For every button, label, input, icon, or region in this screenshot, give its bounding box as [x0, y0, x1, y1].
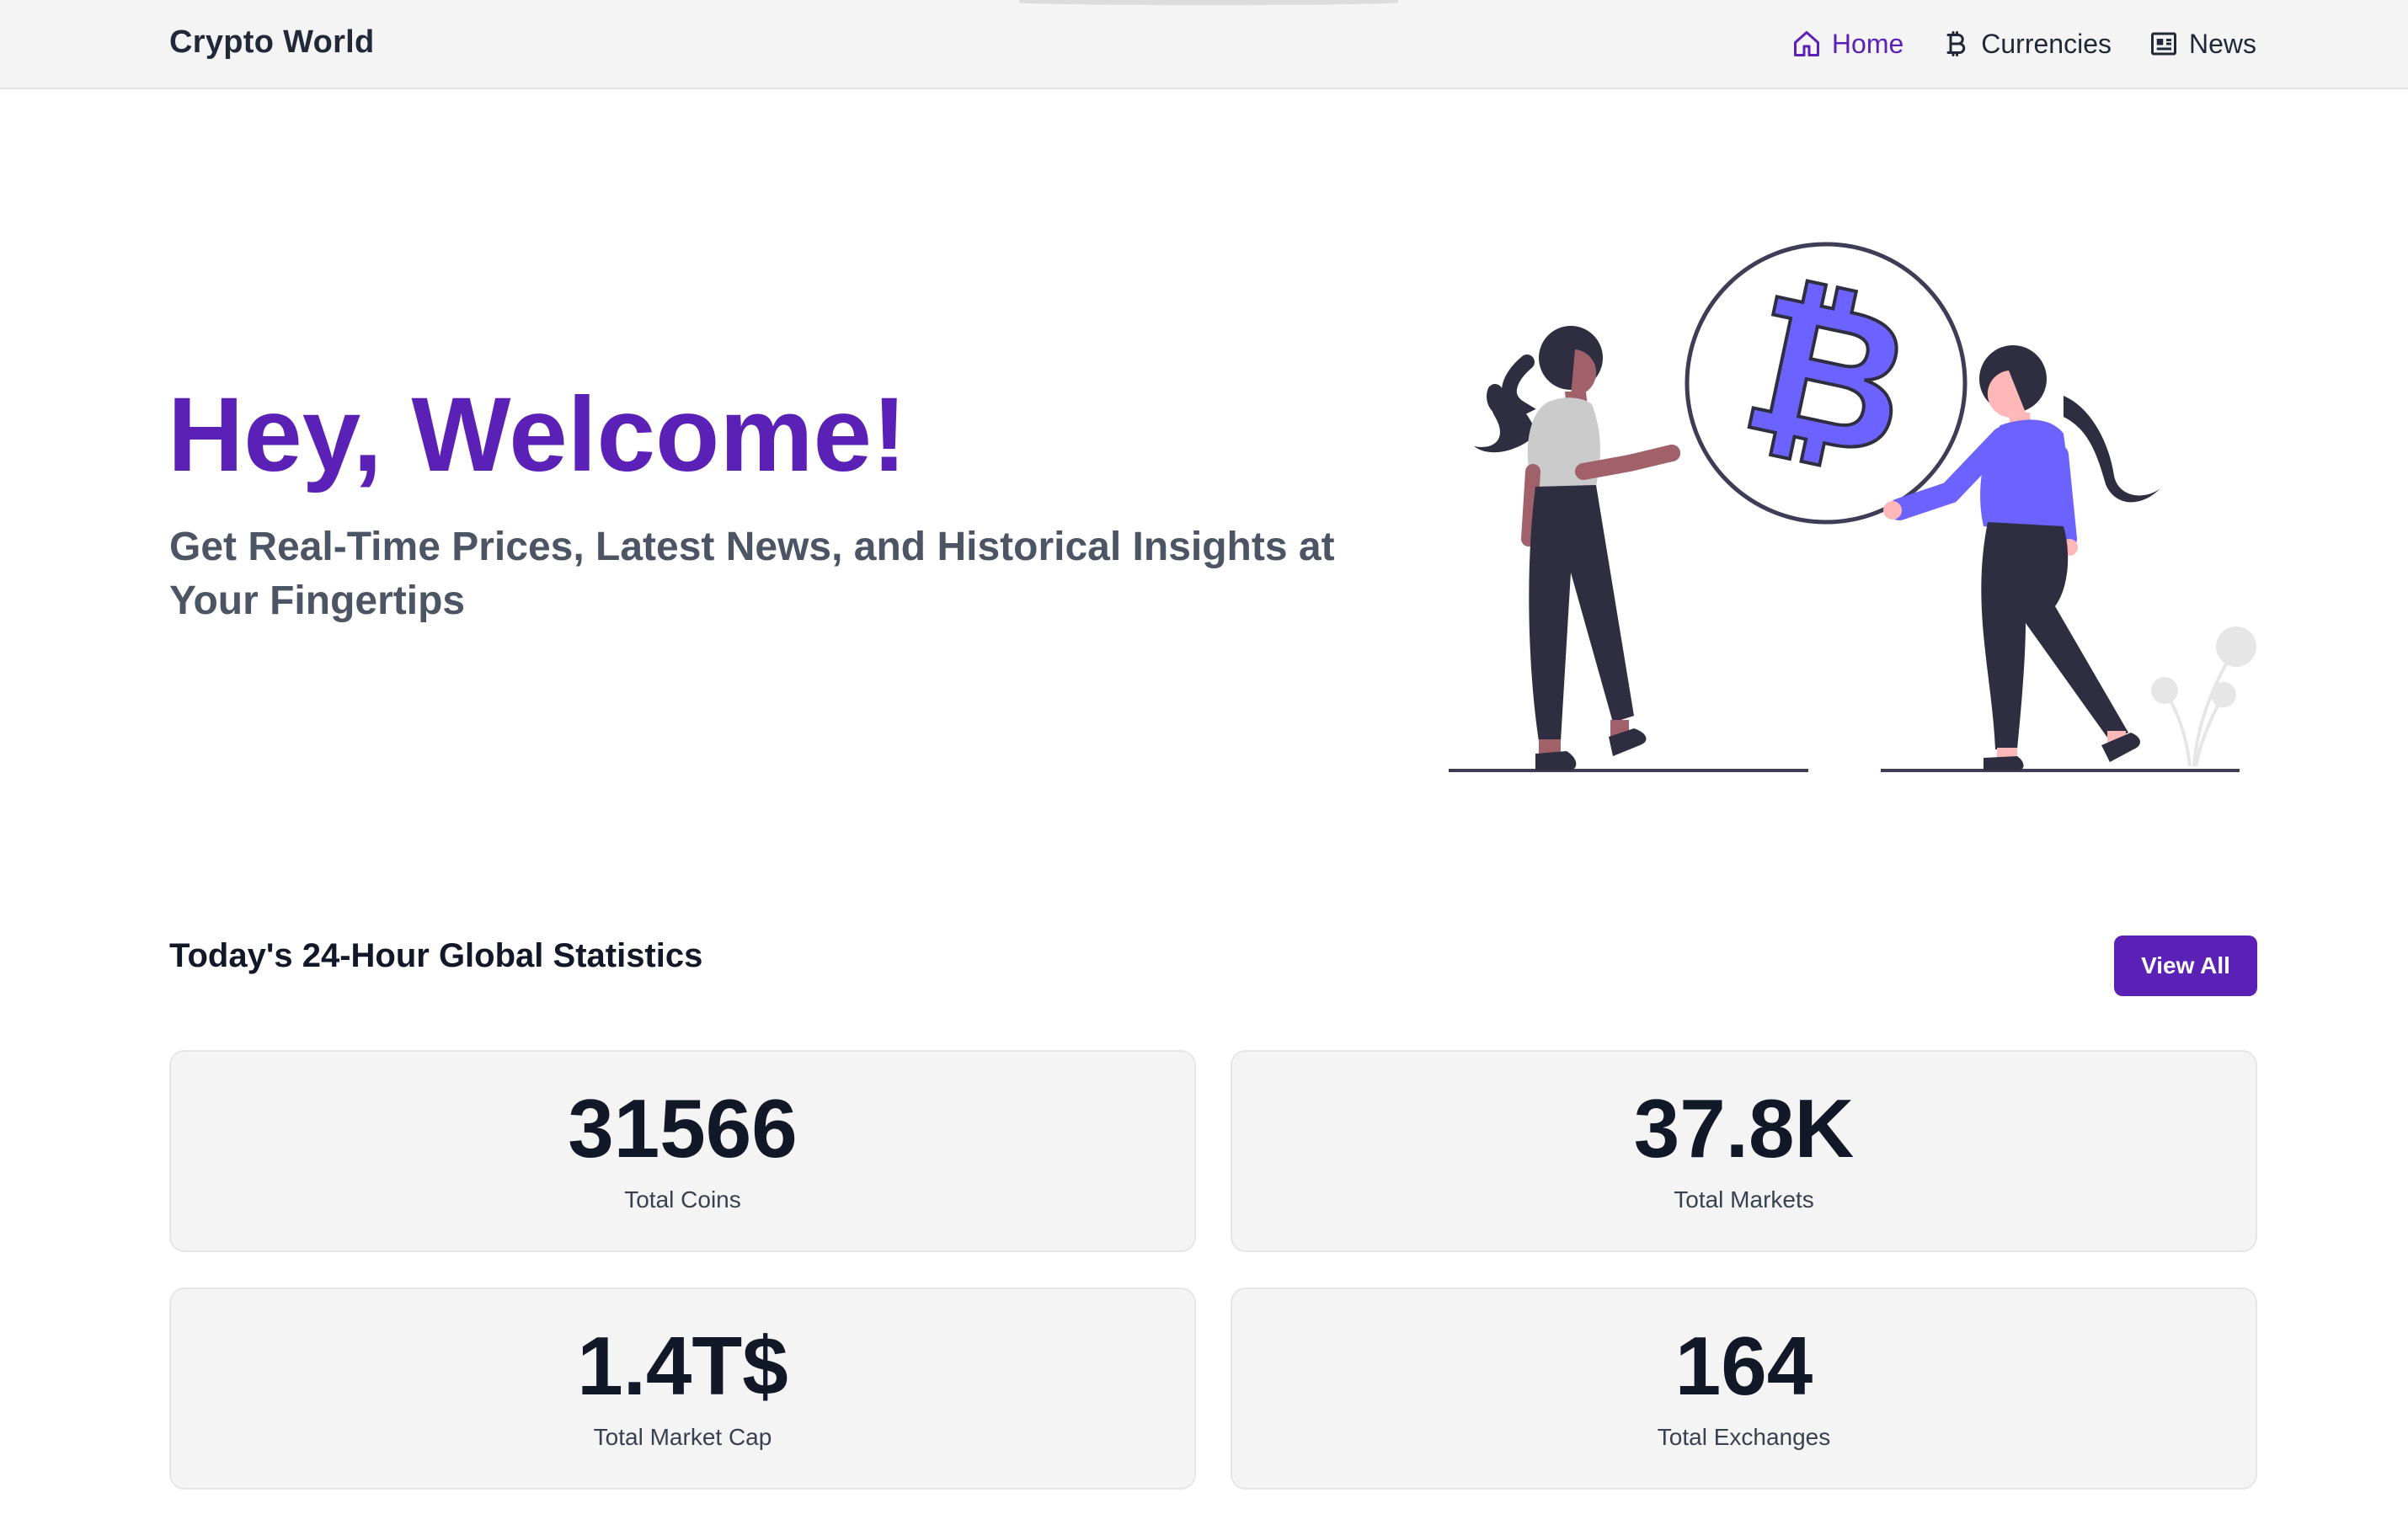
nav-home-label: Home: [1831, 28, 1904, 59]
nav-shadow: [1019, 0, 1398, 5]
stat-value: 1.4T$: [577, 1319, 788, 1412]
bitcoin-illustration: ₿: [1449, 242, 2256, 772]
stat-card-total-market-cap: 1.4T$ Total Market Cap: [169, 1287, 1196, 1490]
newspaper-icon: [2150, 32, 2176, 56]
stat-value: 31566: [568, 1082, 798, 1175]
stat-label: Total Coins: [624, 1186, 741, 1213]
stat-card-total-coins: 31566 Total Coins: [169, 1050, 1196, 1252]
nav-currencies-label: Currencies: [1981, 28, 2112, 59]
nav-currencies-link[interactable]: Currencies: [1941, 29, 2112, 60]
navbar: Crypto World Home Currencies News: [0, 0, 2408, 89]
stat-value: 164: [1674, 1319, 1813, 1412]
left-person: [1474, 326, 1680, 770]
bitcoin-coin: ₿: [1685, 242, 1968, 525]
nav-news-label: News: [2188, 28, 2256, 59]
stats-section-title: Today's 24-Hour Global Statistics: [169, 937, 703, 974]
view-all-button[interactable]: View All: [2114, 936, 2257, 996]
nav-links: Home Currencies News: [1791, 24, 2256, 64]
stat-card-total-exchanges: 164 Total Exchanges: [1231, 1287, 2257, 1490]
stat-label: Total Market Cap: [593, 1424, 772, 1450]
nav-news-link[interactable]: News: [2149, 29, 2256, 60]
stat-label: Total Markets: [1674, 1186, 1814, 1213]
hero-subtitle: Get Real-Time Prices, Latest News, and H…: [169, 525, 1335, 623]
hero-title: Hey, Welcome!: [168, 376, 907, 493]
stat-label: Total Exchanges: [1657, 1424, 1831, 1450]
stat-card-total-markets: 37.8K Total Markets: [1231, 1050, 2257, 1252]
brand-logo[interactable]: Crypto World: [169, 24, 375, 61]
stat-value: 37.8K: [1633, 1082, 1855, 1175]
nav-home-link[interactable]: Home: [1791, 29, 1903, 60]
bitcoin-icon: [1946, 31, 1966, 56]
home-icon: [1793, 31, 1819, 56]
plant-decoration: [2151, 626, 2256, 767]
